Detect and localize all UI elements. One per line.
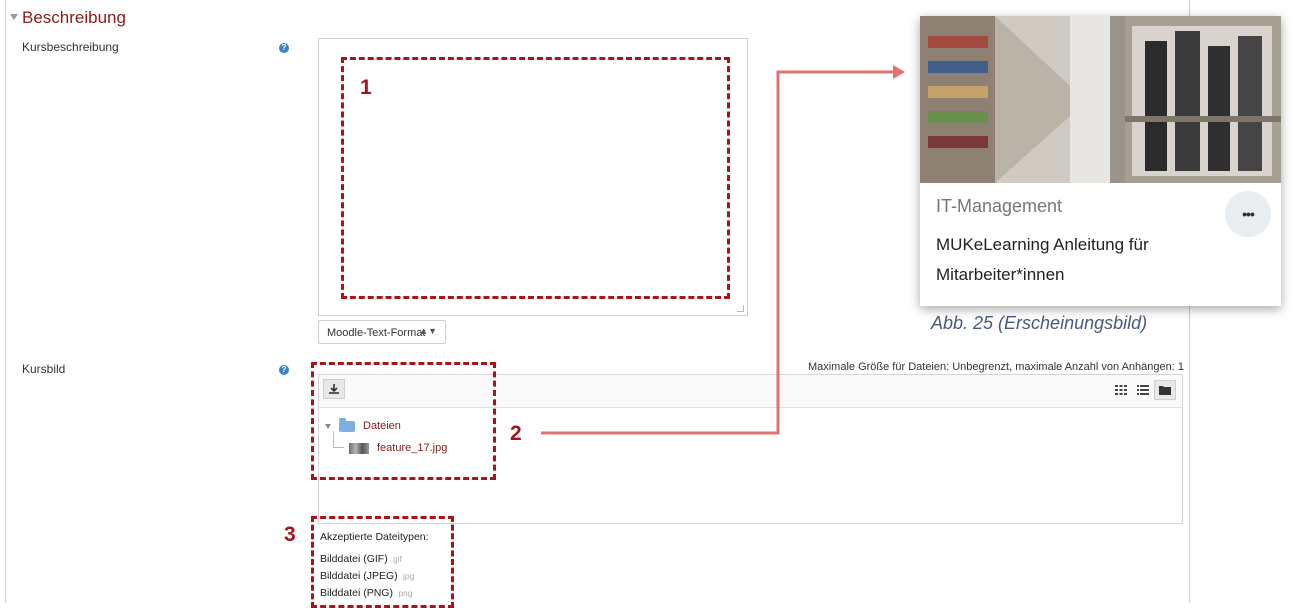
course-card[interactable]: IT-Management MUKeLearning Anleitung für… [920,16,1281,306]
course-title[interactable]: MUKeLearning Anleitung für Mitarbeiter*i… [936,230,1236,290]
course-category: IT-Management [936,196,1063,216]
more-icon[interactable]: ••• [1225,191,1271,237]
course-image [920,16,1281,183]
figure-caption: Abb. 25 (Erscheinungsbild) [931,313,1148,333]
